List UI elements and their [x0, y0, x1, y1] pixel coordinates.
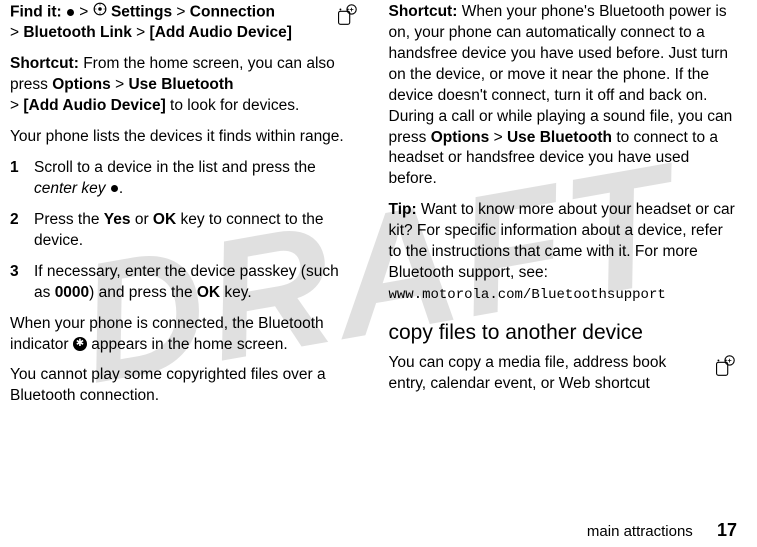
step1-centerkey: center key [34, 180, 106, 197]
path-connection: Connection [190, 4, 275, 21]
use-bluetooth-label: Use Bluetooth [128, 76, 233, 93]
path-bluetooth-link: Bluetooth Link [23, 24, 132, 41]
step-3-text: If necessary, enter the device passkey (… [34, 262, 359, 304]
step3-b: ) and press the [89, 284, 197, 301]
step-2-number: 2 [10, 210, 34, 252]
step-2-text: Press the Yes or OK key to connect to th… [34, 210, 359, 252]
settings-wheel-icon [93, 2, 107, 23]
find-it-block: Find it: > Settings > Connection > Bluet… [10, 2, 359, 54]
tip-url: www.motorola.com/Bluetoothsupport [389, 287, 666, 303]
bluetooth-badge-icon-2: + [711, 353, 737, 386]
page-footer: main attractions 17 [587, 520, 737, 541]
step2-or: or [131, 211, 153, 228]
right-shortcut-label: Shortcut: [389, 3, 458, 20]
step-1: 1 Scroll to a device in the list and pre… [10, 158, 359, 200]
steps-list: 1 Scroll to a device in the list and pre… [10, 158, 359, 304]
copyright-note: You cannot play some copyrighted files o… [10, 365, 359, 407]
shortcut-paragraph: Shortcut: From the home screen, you can … [10, 54, 359, 117]
step-3: 3 If necessary, enter the device passkey… [10, 262, 359, 304]
step2-ok: OK [153, 211, 176, 228]
options-label: Options [52, 76, 111, 93]
shortcut-label: Shortcut: [10, 55, 79, 72]
find-it-label: Find it: [10, 4, 62, 21]
copy-files-heading: copy files to another device [389, 319, 738, 347]
step3-code: 0000 [55, 284, 89, 301]
find-it-text: Find it: > Settings > Connection > Bluet… [10, 2, 325, 54]
connected-b: appears in the home screen. [87, 336, 288, 353]
center-key-icon-2 [111, 185, 118, 192]
step-1-number: 1 [10, 158, 34, 200]
shortcut-text-2: to look for devices. [166, 97, 300, 114]
right-shortcut-paragraph: Shortcut: When your phone's Bluetooth po… [389, 2, 738, 190]
step-2: 2 Press the Yes or OK key to connect to … [10, 210, 359, 252]
bluetooth-badge-icon: + [333, 2, 359, 35]
footer-page-number: 17 [717, 520, 737, 540]
right-use-bt: Use Bluetooth [507, 129, 612, 146]
footer-section: main attractions [587, 523, 693, 540]
step2-yes: Yes [104, 211, 131, 228]
step-3-number: 3 [10, 262, 34, 304]
right-shortcut-text: When your phone's Bluetooth power is on,… [389, 3, 733, 146]
path-add-audio: [Add Audio Device] [150, 24, 292, 41]
connected-text: When your phone is connected, the Blueto… [10, 314, 359, 356]
copy-files-row: You can copy a media file, address book … [389, 353, 738, 395]
add-audio-label: [Add Audio Device] [23, 97, 165, 114]
tip-text: Want to know more about your headset or … [389, 201, 735, 281]
step1-a: Scroll to a device in the list and press… [34, 159, 316, 176]
path-settings: Settings [111, 4, 172, 21]
right-column: Shortcut: When your phone's Bluetooth po… [389, 2, 738, 417]
left-column: Find it: > Settings > Connection > Bluet… [10, 2, 359, 417]
step3-ok: OK [197, 284, 220, 301]
page-content: Find it: > Settings > Connection > Bluet… [0, 0, 757, 417]
list-intro-text: Your phone lists the devices it finds wi… [10, 127, 359, 148]
step-1-text: Scroll to a device in the list and press… [34, 158, 359, 200]
tip-label: Tip: [389, 201, 417, 218]
center-key-icon [67, 9, 74, 16]
copy-files-text: You can copy a media file, address book … [389, 353, 704, 395]
right-options: Options [431, 129, 490, 146]
bluetooth-indicator-icon: ✱ [73, 337, 87, 351]
tip-paragraph: Tip: Want to know more about your headse… [389, 200, 738, 305]
step2-a: Press the [34, 211, 104, 228]
step1-c: . [119, 180, 123, 197]
step3-c: key. [220, 284, 252, 301]
